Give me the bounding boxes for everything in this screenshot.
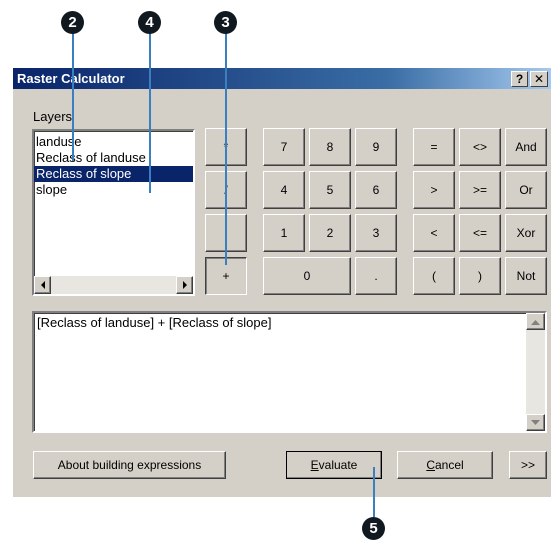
digit-6-button[interactable]: 6 <box>355 171 397 209</box>
layer-item[interactable]: Reclass of landuse <box>34 150 193 166</box>
layers-list[interactable]: landuse Reclass of landuse Reclass of slop… <box>32 129 195 296</box>
close-button[interactable]: ✕ <box>530 71 548 87</box>
close-icon: ✕ <box>533 72 545 86</box>
xor-button[interactable]: Xor <box>505 214 547 252</box>
equals-button[interactable]: = <box>413 128 455 166</box>
layers-hscrollbar[interactable] <box>34 276 193 294</box>
window-title: Raster Calculator <box>17 71 125 86</box>
evaluate-button[interactable]: Evaluate <box>286 451 382 479</box>
about-expressions-button[interactable]: About building expressions <box>33 451 226 479</box>
or-button[interactable]: Or <box>505 171 547 209</box>
callout-3-leader <box>225 33 227 265</box>
expression-box[interactable]: [Reclass of landuse] + [Reclass of slope… <box>32 311 547 433</box>
help-icon: ? <box>515 72 524 86</box>
callout-4-leader <box>149 33 151 193</box>
callout-step-2: 2 <box>61 11 84 34</box>
cancel-button[interactable]: Cancel <box>397 451 493 479</box>
scroll-left-button[interactable] <box>34 276 51 294</box>
callout-2-leader <box>72 33 74 161</box>
digit-5-button[interactable]: 5 <box>309 171 351 209</box>
callout-5-leader <box>373 467 375 517</box>
callout-step-3: 3 <box>214 11 237 34</box>
help-button[interactable]: ? <box>511 71 528 87</box>
scroll-up-button[interactable] <box>526 313 545 330</box>
greater-equal-button[interactable]: >= <box>459 171 501 209</box>
arrow-right-icon <box>182 281 187 289</box>
layer-item[interactable]: landuse <box>34 134 193 150</box>
greater-button[interactable]: > <box>413 171 455 209</box>
digit-9-button[interactable]: 9 <box>355 128 397 166</box>
less-button[interactable]: < <box>413 214 455 252</box>
less-equal-button[interactable]: <= <box>459 214 501 252</box>
arrow-up-icon <box>531 319 540 325</box>
scroll-down-button[interactable] <box>526 414 545 431</box>
digit-3-button[interactable]: 3 <box>355 214 397 252</box>
expression-vscrollbar[interactable] <box>526 313 545 431</box>
scroll-right-button[interactable] <box>176 276 193 294</box>
layer-item[interactable]: slope <box>34 182 193 198</box>
open-paren-button[interactable]: ( <box>413 257 455 295</box>
close-paren-button[interactable]: ) <box>459 257 501 295</box>
not-button[interactable]: Not <box>505 257 547 295</box>
digit-4-button[interactable]: 4 <box>263 171 305 209</box>
digit-7-button[interactable]: 7 <box>263 128 305 166</box>
digit-2-button[interactable]: 2 <box>309 214 351 252</box>
not-equal-button[interactable]: <> <box>459 128 501 166</box>
digit-1-button[interactable]: 1 <box>263 214 305 252</box>
title-bar: Raster Calculator <box>13 68 551 89</box>
callout-step-5: 5 <box>362 517 385 540</box>
callout-step-4: 4 <box>138 11 161 34</box>
digit-8-button[interactable]: 8 <box>309 128 351 166</box>
digit-0-button[interactable]: 0 <box>263 257 351 295</box>
and-button[interactable]: And <box>505 128 547 166</box>
layer-item[interactable]: Reclass of slope <box>34 166 193 182</box>
expression-text[interactable]: [Reclass of landuse] + [Reclass of slope… <box>34 313 545 332</box>
more-options-button[interactable]: >> <box>509 451 547 479</box>
arrow-down-icon <box>531 419 540 425</box>
arrow-left-icon <box>40 281 45 289</box>
decimal-button[interactable]: . <box>355 257 397 295</box>
layers-label: Layers <box>33 109 73 124</box>
